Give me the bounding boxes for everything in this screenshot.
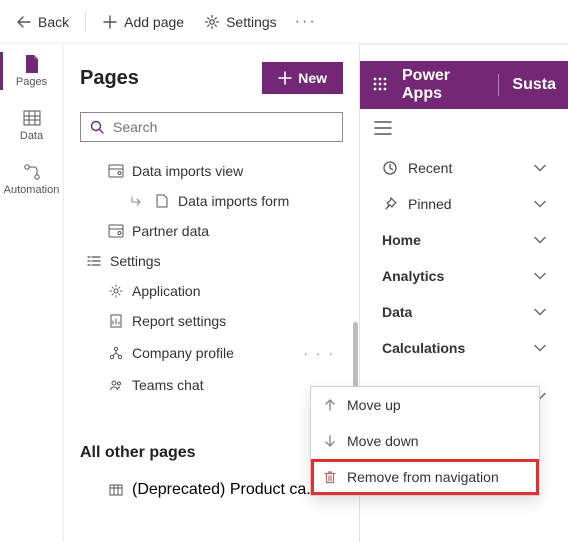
back-label: Back bbox=[38, 14, 69, 30]
ctx-remove-from-navigation[interactable]: Remove from navigation bbox=[311, 459, 539, 495]
search-box[interactable] bbox=[80, 112, 343, 142]
tree-item-data-imports-form[interactable]: Data imports form bbox=[80, 186, 343, 216]
rail-data[interactable]: Data bbox=[0, 102, 63, 148]
separator bbox=[85, 12, 86, 32]
settings-label: Settings bbox=[226, 14, 277, 30]
chevron-down-icon bbox=[534, 200, 546, 208]
app-brand: Power Apps bbox=[402, 67, 484, 103]
nav-label: Analytics bbox=[382, 268, 444, 284]
nav-label: Calculations bbox=[382, 340, 465, 356]
page-icon bbox=[22, 54, 42, 74]
search-input[interactable] bbox=[113, 119, 334, 135]
row-more-button[interactable]: · · · bbox=[299, 343, 339, 363]
rail-pages-label: Pages bbox=[16, 76, 47, 88]
tree-label: Data imports form bbox=[178, 193, 289, 209]
plus-icon bbox=[102, 14, 118, 30]
tree-label: Company profile bbox=[132, 345, 234, 361]
nav-pinned[interactable]: Pinned bbox=[374, 186, 554, 222]
nav-label: Data bbox=[382, 304, 412, 320]
list-icon bbox=[86, 253, 102, 269]
add-page-button[interactable]: Add page bbox=[94, 8, 192, 36]
view-icon bbox=[108, 163, 124, 179]
tree-label: Data imports view bbox=[132, 163, 243, 179]
rail-pages[interactable]: Pages bbox=[0, 48, 63, 94]
tree-item-application[interactable]: Application bbox=[80, 276, 343, 306]
arrow-down-icon bbox=[323, 434, 337, 448]
gear-icon bbox=[204, 14, 220, 30]
new-button-label: New bbox=[298, 70, 327, 86]
nav-data[interactable]: Data bbox=[374, 294, 554, 330]
more-button[interactable]: ··· bbox=[289, 7, 323, 37]
waffle-icon[interactable] bbox=[372, 76, 388, 94]
nav-recent[interactable]: Recent bbox=[374, 150, 554, 186]
tree-label: Teams chat bbox=[132, 377, 204, 393]
ctx-label: Move down bbox=[347, 433, 419, 449]
app-nav: Recent Pinned Home Analytics Data bbox=[360, 109, 568, 422]
form-icon bbox=[154, 193, 170, 209]
rail-automation-label: Automation bbox=[4, 184, 60, 196]
ctx-label: Move up bbox=[347, 397, 401, 413]
plus-icon bbox=[278, 71, 292, 85]
arrow-up-icon bbox=[323, 398, 337, 412]
left-rail: Pages Data Automation bbox=[0, 44, 64, 542]
tree-label: Partner data bbox=[132, 223, 209, 239]
chevron-down-icon bbox=[534, 164, 546, 172]
gear-icon bbox=[108, 283, 124, 299]
tree-group-settings[interactable]: Settings bbox=[80, 246, 343, 276]
tree-item-deprecated-product[interactable]: (Deprecated) Product ca... bbox=[80, 474, 343, 506]
back-button[interactable]: Back bbox=[8, 8, 77, 36]
pages-panel-header: Pages New bbox=[80, 62, 343, 94]
tree-label: Settings bbox=[110, 253, 161, 269]
tree-label: Report settings bbox=[132, 313, 226, 329]
tree-item-teams-chat[interactable]: Teams chat bbox=[80, 370, 343, 400]
pin-icon bbox=[382, 196, 398, 212]
chevron-down-icon bbox=[534, 236, 546, 244]
chevron-down-icon bbox=[534, 344, 546, 352]
subitem-icon bbox=[130, 193, 146, 209]
tree-item-company-profile[interactable]: Company profile · · · bbox=[80, 336, 343, 370]
settings-button[interactable]: Settings bbox=[196, 8, 285, 36]
context-menu: Move up Move down Remove from navigation bbox=[310, 386, 540, 496]
arrow-left-icon bbox=[16, 14, 32, 30]
all-other-title: All other pages bbox=[80, 444, 343, 462]
tree-item-data-imports-view[interactable]: Data imports view bbox=[80, 156, 343, 186]
header-separator bbox=[498, 74, 499, 96]
tree-label: Application bbox=[132, 283, 201, 299]
report-icon bbox=[108, 313, 124, 329]
app-name: Susta bbox=[512, 76, 556, 94]
flow-icon bbox=[22, 162, 42, 182]
view-icon bbox=[108, 223, 124, 239]
teams-icon bbox=[108, 377, 124, 393]
chevron-down-icon bbox=[534, 272, 546, 280]
hamburger-icon[interactable] bbox=[374, 121, 394, 135]
nav-label: Pinned bbox=[408, 196, 452, 212]
add-page-label: Add page bbox=[124, 14, 184, 30]
pages-panel-title: Pages bbox=[80, 67, 139, 90]
tree-label: (Deprecated) Product ca... bbox=[132, 481, 320, 499]
ctx-move-up[interactable]: Move up bbox=[311, 387, 539, 423]
table-icon bbox=[108, 482, 124, 498]
app-header: Power Apps Susta bbox=[360, 61, 568, 109]
nav-label: Home bbox=[382, 232, 421, 248]
chevron-down-icon bbox=[534, 308, 546, 316]
top-toolbar: Back Add page Settings ··· bbox=[0, 0, 568, 44]
tree-item-report-settings[interactable]: Report settings bbox=[80, 306, 343, 336]
all-other-pages: All other pages (Deprecated) Product ca.… bbox=[80, 444, 343, 506]
rail-data-label: Data bbox=[20, 130, 43, 142]
rail-automation[interactable]: Automation bbox=[0, 156, 63, 202]
clock-icon bbox=[382, 160, 398, 176]
trash-icon bbox=[323, 470, 337, 484]
nav-label: Recent bbox=[408, 160, 452, 176]
ctx-label: Remove from navigation bbox=[347, 469, 499, 485]
org-icon bbox=[108, 345, 124, 361]
new-page-button[interactable]: New bbox=[262, 62, 343, 94]
tree-item-partner-data[interactable]: Partner data bbox=[80, 216, 343, 246]
nav-calculations[interactable]: Calculations bbox=[374, 330, 554, 366]
nav-tree: Data imports view Data imports form Part… bbox=[80, 156, 343, 400]
nav-home[interactable]: Home bbox=[374, 222, 554, 258]
table-icon bbox=[22, 108, 42, 128]
nav-analytics[interactable]: Analytics bbox=[374, 258, 554, 294]
ctx-move-down[interactable]: Move down bbox=[311, 423, 539, 459]
search-icon bbox=[89, 119, 105, 135]
